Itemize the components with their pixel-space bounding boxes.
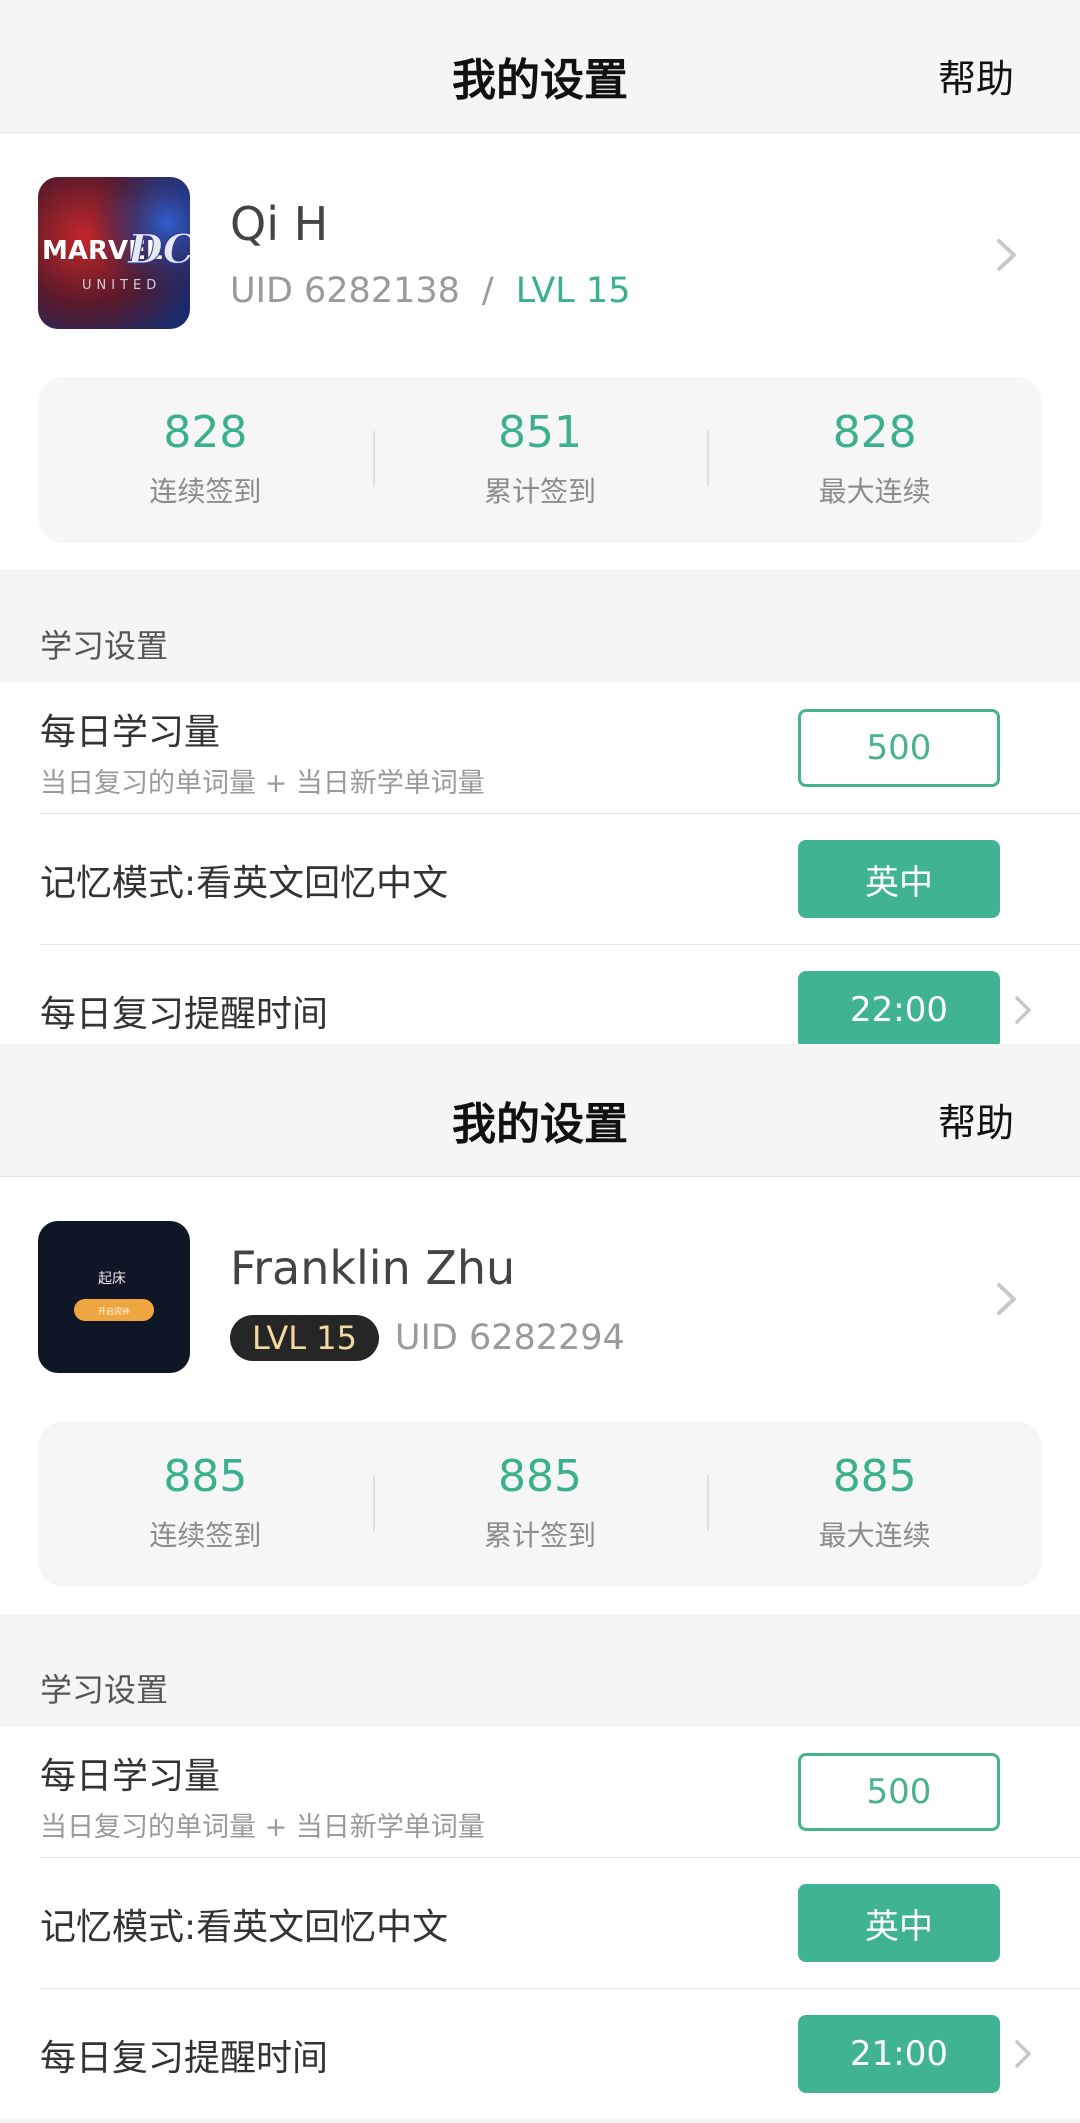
avatar: 起床 开启闹钟 <box>38 1221 190 1373</box>
help-button[interactable]: 帮助 <box>938 48 1014 103</box>
memory-mode-button[interactable]: 英中 <box>798 1884 1000 1962</box>
stat-value: 828 <box>832 407 917 458</box>
level-badge: LVL 15 <box>230 1315 379 1361</box>
settings-panel-1: 我的设置 帮助 MARVEL DC UNITED Qi H UID 628213… <box>0 0 1080 1075</box>
settings-list: 每日学习量 当日复习的单词量 + 当日新学单词量 500 记忆模式:看英文回忆中… <box>0 1727 1080 2119</box>
stat-value: 851 <box>498 407 582 458</box>
svg-text:开启闹钟: 开启闹钟 <box>98 1306 130 1316</box>
stat-label: 最大连续 <box>818 475 931 508</box>
stat-label: 最大连续 <box>818 1519 931 1552</box>
settings-list: 每日学习量 当日复习的单词量 + 当日新学单词量 500 记忆模式:看英文回忆中… <box>0 683 1080 1075</box>
section-title: 学习设置 <box>40 627 169 665</box>
memory-mode-row: 记忆模式:看英文回忆中文 英中 <box>40 814 1080 945</box>
svg-text:UNITED: UNITED <box>82 278 161 293</box>
reminder-time-button[interactable]: 22:00 <box>798 971 1000 1049</box>
help-button[interactable]: 帮助 <box>938 1092 1014 1147</box>
section-header: 学习设置 <box>0 1614 1080 1727</box>
user-uid: UID 6282294 <box>394 1318 625 1358</box>
daily-amount-row: 每日学习量 当日复习的单词量 + 当日新学单词量 500 <box>40 1727 1080 1858</box>
stat-consecutive: 828 连续签到 <box>38 377 373 543</box>
stat-max: 828 最大连续 <box>707 377 1042 543</box>
section-title: 学习设置 <box>40 1671 169 1709</box>
stat-consecutive: 885 连续签到 <box>38 1421 373 1587</box>
user-name: Franklin Zhu <box>230 1241 516 1295</box>
chevron-right-icon <box>1015 996 1031 1024</box>
chevron-right-icon <box>997 239 1016 271</box>
chevron-right-icon <box>1015 2040 1031 2068</box>
daily-amount-input[interactable]: 500 <box>798 1753 1000 1831</box>
stat-value: 885 <box>498 1451 582 1502</box>
stat-label: 累计签到 <box>484 475 597 508</box>
reminder-time-button[interactable]: 21:00 <box>798 2015 1000 2093</box>
settings-panel-2: 我的设置 帮助 起床 开启闹钟 Franklin Zhu LVL 15 UID … <box>0 1044 1080 2119</box>
daily-amount-input[interactable]: 500 <box>798 709 1000 787</box>
stat-total: 851 累计签到 <box>372 377 708 543</box>
row-title: 每日学习量 <box>40 712 221 753</box>
reminder-row[interactable]: 每日复习提醒时间 21:00 <box>40 1989 1080 2119</box>
stat-total: 885 累计签到 <box>372 1421 708 1587</box>
daily-amount-row: 每日学习量 当日复习的单词量 + 当日新学单词量 500 <box>40 683 1080 814</box>
memory-mode-row: 记忆模式:看英文回忆中文 英中 <box>40 1858 1080 1989</box>
stat-value: 828 <box>163 407 248 458</box>
checkin-stats: 828 连续签到 851 累计签到 828 最大连续 <box>38 377 1042 543</box>
stat-label: 连续签到 <box>149 475 262 508</box>
stat-max: 885 最大连续 <box>707 1421 1042 1587</box>
user-uid: UID 6282138 <box>230 271 460 311</box>
memory-mode-button[interactable]: 英中 <box>798 840 1000 918</box>
row-subtitle: 当日复习的单词量 + 当日新学单词量 <box>40 1812 485 1843</box>
nav-header: 我的设置 帮助 <box>0 1044 1080 1177</box>
user-name: Qi H <box>230 197 329 251</box>
marvel-dc-avatar-image: MARVEL DC UNITED <box>38 177 190 329</box>
profile-card[interactable]: 起床 开启闹钟 Franklin Zhu LVL 15 UID 6282294 … <box>0 1177 1080 1614</box>
avatar: MARVEL DC UNITED <box>38 177 190 329</box>
stat-value: 885 <box>832 1451 917 1502</box>
stat-label: 累计签到 <box>484 1519 597 1552</box>
row-title: 每日复习提醒时间 <box>40 994 329 1035</box>
stat-label: 连续签到 <box>149 1519 262 1552</box>
user-meta: UID 6282138 / LVL 15 <box>230 271 630 311</box>
user-meta: LVL 15 UID 6282294 <box>230 1315 625 1361</box>
row-title: 记忆模式:看英文回忆中文 <box>40 1907 449 1948</box>
svg-text:起床: 起床 <box>98 1271 126 1287</box>
row-title: 记忆模式:看英文回忆中文 <box>40 863 449 904</box>
stat-value: 885 <box>163 1451 248 1502</box>
checkin-stats: 885 连续签到 885 累计签到 885 最大连续 <box>38 1421 1042 1587</box>
page-title: 我的设置 <box>452 55 628 106</box>
row-title: 每日学习量 <box>40 1756 221 1797</box>
row-title: 每日复习提醒时间 <box>40 2038 329 2079</box>
alarm-app-avatar-image: 起床 开启闹钟 <box>38 1221 190 1373</box>
profile-card[interactable]: MARVEL DC UNITED Qi H UID 6282138 / LVL … <box>0 133 1080 570</box>
meta-separator: / <box>481 271 494 311</box>
section-header: 学习设置 <box>0 570 1080 683</box>
page-title: 我的设置 <box>452 1099 628 1150</box>
user-level: LVL 15 <box>515 271 631 311</box>
row-subtitle: 当日复习的单词量 + 当日新学单词量 <box>40 768 485 799</box>
nav-header: 我的设置 帮助 <box>0 0 1080 133</box>
chevron-right-icon <box>997 1283 1016 1315</box>
svg-text:DC: DC <box>127 226 190 273</box>
